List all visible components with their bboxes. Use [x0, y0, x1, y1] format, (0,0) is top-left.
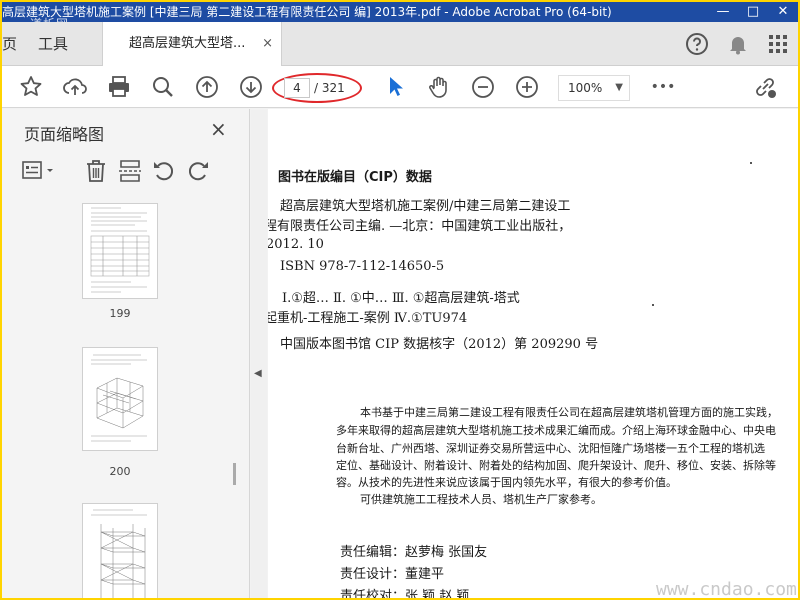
thumbnail-options-icon[interactable] [20, 157, 53, 185]
summary-line: 可供建筑施工工程技术人员、塔机生产厂家参考。 [360, 493, 602, 506]
maximize-button[interactable]: □ [738, 2, 768, 22]
rotate-clockwise-icon[interactable] [184, 157, 212, 185]
title-bar: 高层建筑大型塔机施工案例 [中建三局 第二建设工程有限责任公司 编] 2013年… [2, 2, 798, 22]
site-logo-watermark: 道析网 [30, 14, 69, 22]
summary-line: 本书基于中建三局第二建设工程有限责任公司在超高层建筑塔机管理方面的施工实践， [360, 406, 778, 419]
zoom-out-icon[interactable] [470, 74, 496, 100]
cip-line: 中国版本图书馆 CIP 数据核字（2012）第 209290 号 [280, 337, 599, 352]
acrobat-window: 高层建筑大型塔机施工案例 [中建三局 第二建设工程有限责任公司 编] 2013年… [2, 2, 798, 598]
page-thumbnail[interactable] [82, 347, 158, 451]
previous-page-icon[interactable] [194, 74, 220, 100]
panel-collapse-bar[interactable] [251, 110, 267, 598]
thumbnail-page-number: 199 [109, 307, 131, 320]
summary-line: 定位、基础设计、附着设计、附着处的结构加固、爬升架设计、爬升、移位、安装、拆除等 [336, 459, 776, 472]
close-window-button[interactable]: ✕ [768, 2, 798, 22]
delete-page-icon[interactable] [82, 157, 110, 185]
zoom-level-value: 100% [568, 81, 603, 95]
page-number-input[interactable]: 4 [284, 78, 310, 98]
zoom-in-icon[interactable] [514, 74, 540, 100]
thumbnail-scrollbar[interactable] [233, 463, 236, 485]
cip-heading: 图书在版编目（CIP）数据 [278, 170, 432, 185]
window-title: 高层建筑大型塔机施工案例 [中建三局 第二建设工程有限责任公司 编] 2013年… [2, 5, 612, 19]
cip-line: 超高层建筑大型塔机施工案例/中建三局第二建设工 [280, 199, 571, 214]
close-panel-button[interactable]: × [210, 117, 227, 141]
tab-tools[interactable]: 工具 [38, 22, 68, 66]
minimize-button[interactable]: — [708, 2, 738, 22]
cip-line: 起重机-工程施工-案例 Ⅳ.①TU974 [268, 311, 468, 326]
summary-line: 容。从技术的先进性来说应该属于国内领先水平，有很大的参考价值。 [336, 476, 677, 489]
rotate-counterclockwise-icon[interactable] [150, 157, 178, 185]
cip-line: Ⅰ.①超… Ⅱ. ①中… Ⅲ. ①超高层建筑-塔式 [282, 291, 520, 306]
page-thumbnail[interactable] [82, 203, 158, 299]
scan-speck [750, 162, 752, 164]
help-icon[interactable] [685, 32, 709, 56]
thumbnail-list: 199 200 [2, 201, 242, 598]
document-page: 图书在版编目（CIP）数据 超高层建筑大型塔机施工案例/中建三局第二建设工 程有… [268, 109, 798, 598]
scan-speck [652, 304, 654, 306]
summary-line: 多年来取得的超高层建筑大型塔机施工技术成果汇编而成。介绍上海环球金融中心、中央电 [336, 424, 776, 437]
next-page-icon[interactable] [238, 74, 264, 100]
cip-line: 程有限责任公司主编. —北京：中国建筑工业出版社， [268, 219, 572, 234]
thumbnail-page-number: 200 [109, 465, 131, 478]
credit-line: 责任编辑：赵萝梅 张国友 [340, 545, 488, 560]
cip-line: 2012. 10 [268, 237, 324, 252]
thumbnail-toolbar [20, 157, 230, 187]
upload-cloud-icon[interactable] [62, 74, 88, 100]
close-tab-button[interactable]: × [262, 22, 273, 66]
page-total: / 321 [314, 81, 345, 95]
credit-line: 责任校对：张 颖 赵 颖 [340, 589, 470, 598]
select-cursor-icon[interactable] [382, 74, 408, 100]
credit-line: 责任设计：董建平 [340, 567, 445, 582]
cip-line: ISBN 978-7-112-14650-5 [280, 259, 445, 274]
hand-tool-icon[interactable] [426, 74, 452, 100]
search-icon[interactable] [150, 74, 176, 100]
tab-bar: 页 工具 超高层建筑大型塔... × [2, 22, 798, 66]
main-toolbar: 4 / 321 100% ▼ ••• [2, 66, 798, 108]
apps-grid-icon[interactable] [766, 32, 790, 56]
notification-bell-icon[interactable] [726, 32, 750, 56]
page-thumbnails-panel: 页面缩略图 × 199 200 [2, 109, 250, 598]
collapse-left-icon[interactable]: ◀ [254, 368, 262, 379]
chevron-down-icon: ▼ [615, 82, 623, 93]
more-tools-button[interactable]: ••• [650, 74, 676, 100]
extract-pages-icon[interactable] [116, 157, 144, 185]
summary-line: 台新台址、广州西塔、深圳证券交易所营运中心、沈阳恒隆广场塔楼一五个工程的塔机选 [336, 442, 765, 455]
bookmark-star-icon[interactable] [18, 74, 44, 100]
document-tab-label: 超高层建筑大型塔... [129, 36, 246, 51]
print-icon[interactable] [106, 74, 132, 100]
share-link-icon[interactable] [752, 74, 778, 100]
panel-title: 页面缩略图 [24, 125, 105, 144]
site-watermark: www.cndao.com [656, 579, 797, 598]
tab-document[interactable]: 超高层建筑大型塔... × [102, 22, 282, 66]
page-thumbnail[interactable] [82, 503, 158, 598]
zoom-level-dropdown[interactable]: 100% ▼ [558, 75, 630, 101]
tab-home[interactable]: 页 [2, 22, 17, 66]
